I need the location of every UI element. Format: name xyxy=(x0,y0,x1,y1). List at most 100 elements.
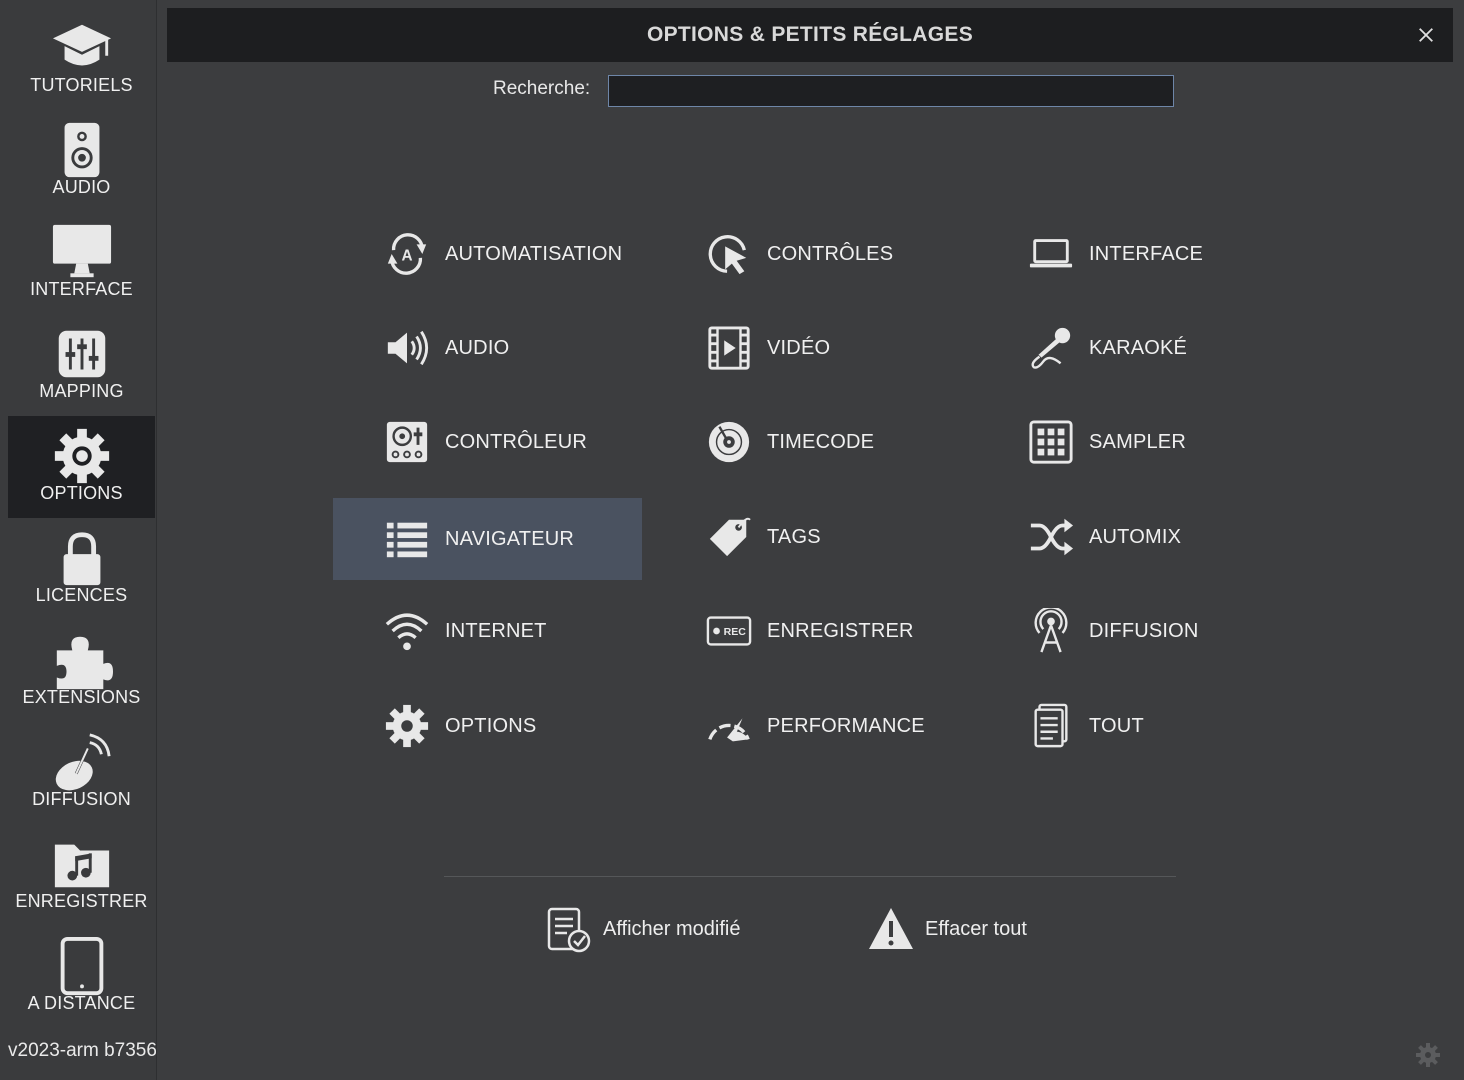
volume-icon xyxy=(383,324,431,372)
dialog-titlebar: OPTIONS & PETITS RÉGLAGES xyxy=(167,8,1453,62)
broadcast-tower-icon xyxy=(1027,607,1075,655)
option-label: AUDIO xyxy=(445,336,510,359)
sidebar-item-label: DIFFUSION xyxy=(32,789,131,809)
option-tags[interactable]: TAGS xyxy=(655,496,964,578)
option-label: DIFFUSION xyxy=(1089,619,1199,642)
sidebar-item-enregistrer[interactable]: ENREGISTRER xyxy=(8,824,155,926)
option-label: TOUT xyxy=(1089,714,1144,737)
sidebar-item-a-distance[interactable]: A DISTANCE xyxy=(8,926,155,1028)
sidebar-item-label: ENREGISTRER xyxy=(15,891,148,911)
gear-icon xyxy=(383,702,431,750)
sidebar-item-tutoriels[interactable]: TUTORIELS xyxy=(8,8,155,110)
option-tout[interactable]: TOUT xyxy=(977,685,1286,767)
sidebar-item-extensions[interactable]: EXTENSIONS xyxy=(8,620,155,722)
option-interface[interactable]: INTERFACE xyxy=(977,213,1286,295)
close-icon xyxy=(1419,28,1433,42)
satellite-dish-icon xyxy=(50,730,114,794)
option-automix[interactable]: AUTOMIX xyxy=(977,496,1286,578)
option-label: TAGS xyxy=(767,525,821,548)
dj-controller-icon xyxy=(383,418,431,466)
sidebar-item-label: MAPPING xyxy=(39,381,124,401)
option-automatisation[interactable]: A AUTOMATISATION xyxy=(333,213,642,295)
option-label: CONTRÔLES xyxy=(767,242,894,265)
microphone-icon xyxy=(1027,324,1075,372)
show-modified-button[interactable]: Afficher modifié xyxy=(545,904,740,954)
show-modified-label: Afficher modifié xyxy=(603,917,741,940)
pad-grid-icon xyxy=(1027,418,1075,466)
sidebar-item-audio[interactable]: AUDIO xyxy=(8,110,155,212)
option-sampler[interactable]: SAMPLER xyxy=(977,401,1286,483)
option-label: INTERNET xyxy=(445,619,547,642)
option-internet[interactable]: INTERNET xyxy=(333,590,642,672)
option-video[interactable]: VIDÉO xyxy=(655,307,964,389)
sidebar-item-label: A DISTANCE xyxy=(27,993,136,1013)
option-label: AUTOMIX xyxy=(1089,525,1182,548)
option-timecode[interactable]: TIMECODE xyxy=(655,401,964,483)
option-label: SAMPLER xyxy=(1089,430,1186,453)
option-label: INTERFACE xyxy=(1089,242,1204,265)
app-version: v2023-arm b7356 xyxy=(8,1040,156,1061)
option-navigateur[interactable]: NAVIGATEUR xyxy=(333,498,642,580)
tag-icon xyxy=(705,513,753,561)
close-button[interactable] xyxy=(1413,22,1439,48)
option-controles[interactable]: CONTRÔLES xyxy=(655,213,964,295)
sidebar-item-label: LICENCES xyxy=(35,585,128,605)
search-label: Recherche: xyxy=(493,78,591,99)
option-label: VIDÉO xyxy=(767,336,831,359)
option-options[interactable]: OPTIONS xyxy=(333,685,642,767)
clear-all-label: Effacer tout xyxy=(925,917,1027,940)
sidebar-item-label: AUDIO xyxy=(52,177,111,197)
option-label: PERFORMANCE xyxy=(767,714,925,737)
mixer-faders-icon xyxy=(50,322,114,386)
divider xyxy=(444,876,1176,877)
monitor-icon xyxy=(50,220,114,284)
option-label: ENREGISTRER xyxy=(767,619,914,642)
sidebar-item-label: TUTORIELS xyxy=(30,75,133,95)
document-stack-icon xyxy=(1027,702,1075,750)
wifi-icon xyxy=(383,607,431,655)
sidebar-item-licences[interactable]: LICENCES xyxy=(8,518,155,620)
automation-icon: A xyxy=(383,230,431,278)
option-label: NAVIGATEUR xyxy=(445,527,575,550)
svg-text:A: A xyxy=(401,248,412,265)
music-folder-icon xyxy=(50,832,114,896)
option-label: OPTIONS xyxy=(445,714,537,737)
film-play-icon xyxy=(705,324,753,372)
warning-icon xyxy=(869,908,913,949)
document-check-icon xyxy=(547,907,591,953)
shuffle-icon xyxy=(1027,513,1075,561)
option-diffusion[interactable]: DIFFUSION xyxy=(977,590,1286,672)
option-label: TIMECODE xyxy=(767,430,875,453)
clear-all-button[interactable]: Effacer tout xyxy=(867,904,1027,954)
settings-gear-icon[interactable] xyxy=(1415,1042,1441,1068)
sidebar-item-options[interactable]: OPTIONS xyxy=(8,416,155,518)
option-label: CONTRÔLEUR xyxy=(445,430,588,453)
option-karaoke[interactable]: KARAOKÉ xyxy=(977,307,1286,389)
sidebar-item-diffusion[interactable]: DIFFUSION xyxy=(8,722,155,824)
option-label: AUTOMATISATION xyxy=(445,242,623,265)
rec-icon: REC xyxy=(705,607,753,655)
graduation-cap-icon xyxy=(50,16,114,80)
sidebar-item-label: OPTIONS xyxy=(40,483,123,503)
vinyl-icon xyxy=(705,418,753,466)
option-controleur[interactable]: CONTRÔLEUR xyxy=(333,401,642,483)
sidebar-item-label: INTERFACE xyxy=(30,279,133,299)
cursor-click-icon xyxy=(705,230,753,278)
sidebar-item-interface[interactable]: INTERFACE xyxy=(8,212,155,314)
speedometer-icon xyxy=(705,702,753,750)
gear-icon xyxy=(50,424,114,488)
search-input[interactable] xyxy=(608,75,1174,107)
rec-icon-text: REC xyxy=(724,626,747,638)
dialog-title: OPTIONS & PETITS RÉGLAGES xyxy=(646,23,974,46)
option-enregistrer[interactable]: REC ENREGISTRER xyxy=(655,590,964,672)
option-performance[interactable]: PERFORMANCE xyxy=(655,685,964,767)
sidebar-item-label: EXTENSIONS xyxy=(22,687,141,707)
sidebar-item-mapping[interactable]: MAPPING xyxy=(8,314,155,416)
option-label: KARAOKÉ xyxy=(1089,336,1188,359)
list-icon xyxy=(383,515,431,563)
lock-icon xyxy=(50,526,114,590)
option-audio[interactable]: AUDIO xyxy=(333,307,642,389)
puzzle-icon xyxy=(50,628,114,692)
sidebar: TUTORIELS AUDIO INTERFACE MAPPING OPTION… xyxy=(0,0,157,1080)
speaker-icon xyxy=(50,118,114,182)
